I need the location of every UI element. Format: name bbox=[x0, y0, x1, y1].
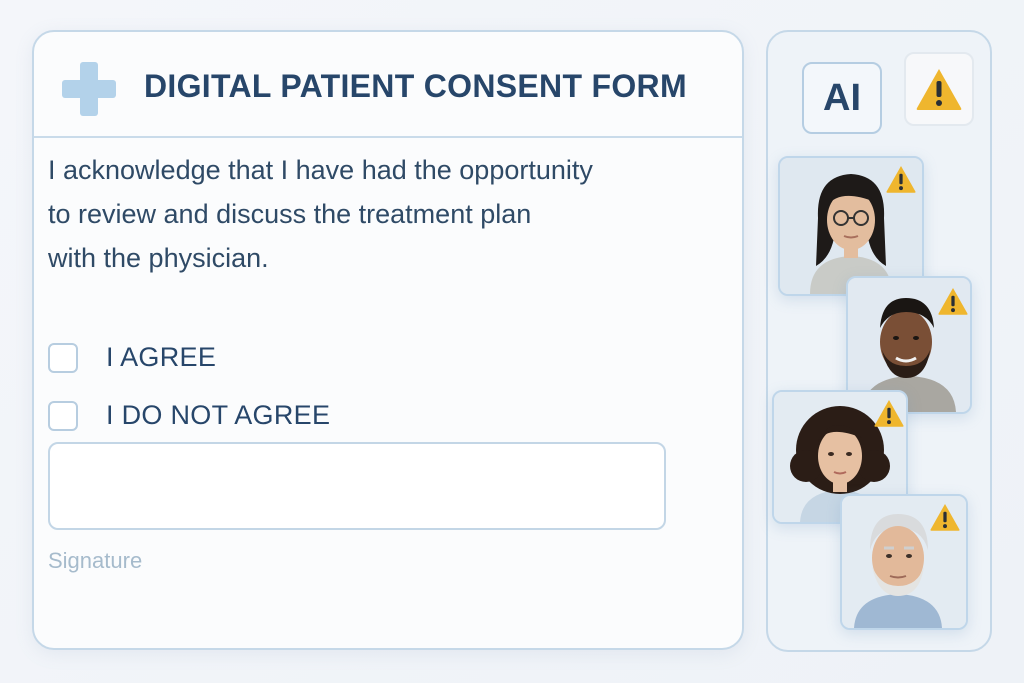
ai-badge[interactable]: AI bbox=[802, 62, 882, 134]
agree-label: I AGREE bbox=[106, 342, 217, 372]
disagree-checkbox[interactable] bbox=[48, 400, 78, 431]
signature-field[interactable] bbox=[48, 442, 666, 530]
disagree-option[interactable]: I DO NOT AGREE bbox=[48, 400, 330, 431]
profile-4-warning-icon bbox=[930, 503, 960, 531]
form-title: DIGITAL PATIENT CONSENT FORM bbox=[144, 68, 687, 104]
ai-badge-label: AI bbox=[823, 76, 861, 119]
profile-2-warning-icon bbox=[938, 287, 968, 315]
acknowledgement-text: I acknowledge that I have had the opport… bbox=[48, 148, 688, 280]
medical-cross-icon bbox=[62, 62, 116, 116]
agree-checkbox[interactable] bbox=[48, 342, 78, 373]
warning-triangle-icon bbox=[916, 69, 962, 110]
profile-3-warning-icon bbox=[874, 399, 904, 427]
acknowledgement-line: with the physician. bbox=[48, 243, 269, 273]
profile-1-warning-icon bbox=[886, 165, 916, 193]
agree-option[interactable]: I AGREE bbox=[48, 342, 216, 373]
form-header: DIGITAL PATIENT CONSENT FORM bbox=[34, 32, 742, 138]
acknowledgement-line: to review and discuss the treatment plan bbox=[48, 199, 532, 229]
signature-label: Signature bbox=[48, 548, 143, 573]
acknowledgement-line: I acknowledge that I have had the opport… bbox=[48, 155, 593, 185]
warning-badge[interactable] bbox=[904, 52, 974, 126]
disagree-label: I DO NOT AGREE bbox=[106, 400, 331, 430]
